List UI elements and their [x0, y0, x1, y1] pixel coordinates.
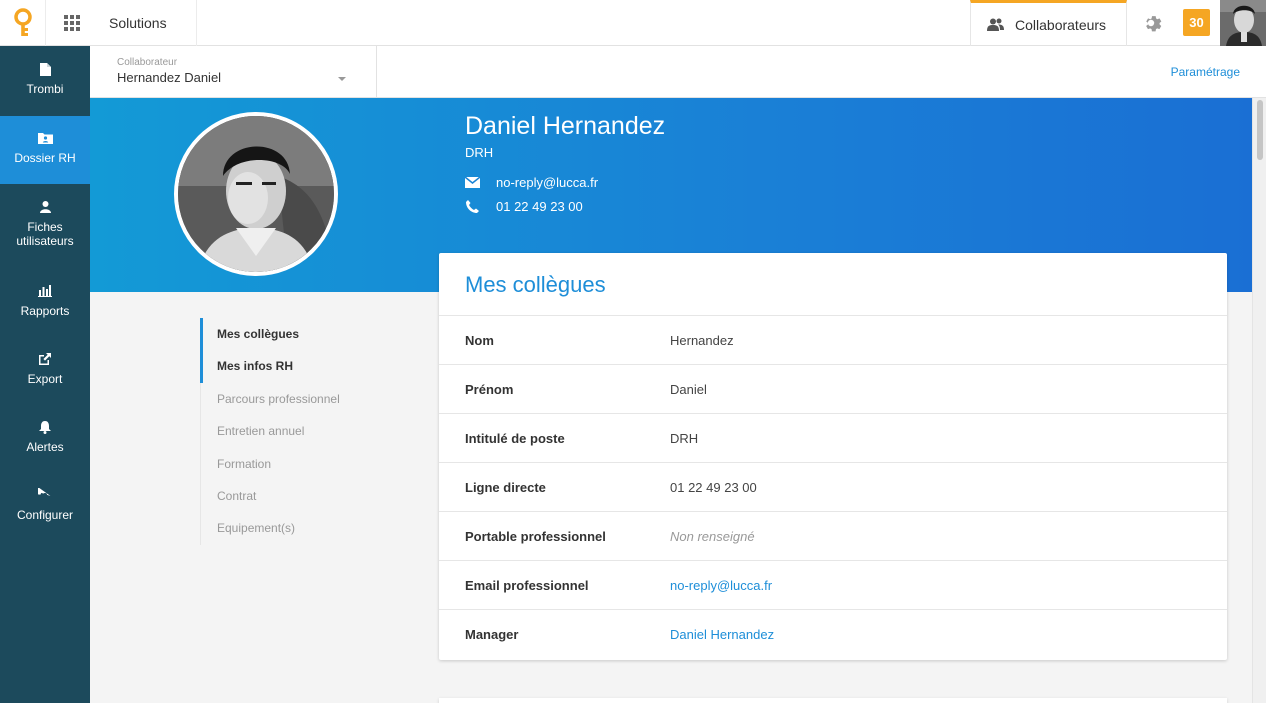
collaborateurs-label: Collaborateurs — [1015, 16, 1107, 33]
settings-gear-icon[interactable] — [1127, 0, 1175, 46]
table-row: Portable professionnel Non renseigné — [439, 512, 1227, 561]
section-nav-item-mes-collegues[interactable]: Mes collègues — [200, 318, 400, 351]
scrollbar-thumb[interactable] — [1257, 100, 1263, 160]
file-icon — [39, 60, 51, 78]
row-value: Non renseigné — [670, 529, 755, 544]
row-value: Hernandez — [670, 333, 734, 348]
table-row: Nom Hernandez — [439, 316, 1227, 365]
sidebar-item-label: Configurer — [16, 508, 74, 522]
bar-chart-icon — [38, 282, 52, 300]
sidebar-item-rapports[interactable]: Rapports — [0, 282, 90, 318]
collaborateurs-button[interactable]: Collaborateurs — [970, 0, 1127, 46]
sidebar-item-fiches-utilisateurs[interactable]: Fiches utilisateurs — [0, 198, 90, 248]
sidebar-item-label: Alertes — [26, 440, 64, 454]
phone-icon — [466, 200, 479, 213]
profile-name: Daniel Hernandez — [465, 112, 666, 140]
gear-icon — [38, 486, 52, 504]
sidebar-item-export[interactable]: Export — [0, 350, 90, 386]
sidebar-item-label: Fiches utilisateurs — [16, 220, 74, 248]
table-row: Intitulé de poste DRH — [439, 414, 1227, 463]
section-nav-item-formation[interactable]: Formation — [201, 448, 400, 480]
sidebar-item-label: Export — [27, 372, 63, 386]
sidebar-item-configurer[interactable]: Configurer — [0, 486, 90, 522]
row-key: Nom — [465, 333, 494, 348]
notification-badge[interactable]: 30 — [1183, 9, 1210, 36]
envelope-icon — [465, 177, 480, 188]
user-avatar[interactable] — [1220, 0, 1266, 46]
sidebar-item-dossier-rh[interactable]: Dossier RH — [0, 116, 90, 184]
email-link[interactable]: no-reply@lucca.fr — [670, 561, 772, 610]
card-title: Mes collègues — [439, 253, 1227, 316]
section-nav-item-entretien-annuel[interactable]: Entretien annuel — [201, 415, 400, 447]
sidebar-item-trombi[interactable]: Trombi — [0, 60, 90, 96]
top-bar: Solutions Collaborateurs 30 — [0, 0, 1266, 46]
users-icon — [987, 18, 1004, 31]
table-row: Ligne directe 01 22 49 23 00 — [439, 463, 1227, 512]
table-row: Email professionnel no-reply@lucca.fr — [439, 561, 1227, 610]
profile-job-title: DRH — [465, 145, 494, 160]
main-sidebar: Trombi Dossier RH Fiches utilisateurs Ra… — [0, 46, 90, 703]
section-nav: Mes collègues Mes infos RH Parcours prof… — [200, 318, 400, 545]
row-key: Manager — [465, 627, 519, 642]
row-key: Intitulé de poste — [465, 431, 565, 446]
section-nav-item-mes-infos-rh[interactable]: Mes infos RH — [200, 350, 400, 384]
collaborateur-select-label: Collaborateur — [117, 57, 178, 68]
profile-avatar — [174, 112, 338, 276]
sidebar-item-label: Trombi — [26, 82, 64, 96]
row-key: Email professionnel — [465, 578, 589, 593]
row-key: Portable professionnel — [465, 529, 606, 544]
apps-grid-icon[interactable] — [46, 0, 98, 46]
user-icon — [39, 198, 51, 216]
mes-collegues-card: Mes collègues Nom Hernandez Prénom Danie… — [439, 253, 1227, 660]
next-card — [439, 698, 1227, 703]
table-row: Prénom Daniel — [439, 365, 1227, 414]
sidebar-item-label: Rapports — [20, 304, 70, 318]
row-key: Ligne directe — [465, 480, 546, 495]
profile-email-line: no-reply@lucca.fr — [465, 175, 598, 190]
folder-user-icon — [37, 129, 53, 147]
chevron-down-icon — [338, 77, 346, 81]
external-link-icon — [38, 350, 52, 368]
sidebar-item-alertes[interactable]: Alertes — [0, 418, 90, 454]
lucca-logo[interactable] — [0, 0, 46, 46]
row-value: DRH — [670, 431, 699, 446]
profile-phone: 01 22 49 23 00 — [496, 199, 583, 214]
profile-email[interactable]: no-reply@lucca.fr — [496, 175, 598, 190]
manager-link[interactable]: Daniel Hernandez — [670, 610, 774, 659]
row-key: Prénom — [465, 382, 514, 397]
sidebar-item-label: Dossier RH — [14, 151, 76, 165]
collaborateur-select[interactable]: Collaborateur Hernandez Daniel — [90, 46, 377, 98]
section-nav-item-contrat[interactable]: Contrat — [201, 480, 400, 512]
section-nav-item-equipements[interactable]: Equipement(s) — [201, 512, 400, 544]
row-value: Daniel — [670, 382, 707, 397]
bell-icon — [39, 418, 51, 436]
sub-header: Collaborateur Hernandez Daniel Paramétra… — [90, 46, 1266, 98]
table-row: Manager Daniel Hernandez — [439, 610, 1227, 659]
section-nav-item-parcours-professionnel[interactable]: Parcours professionnel — [201, 383, 400, 415]
profile-phone-line: 01 22 49 23 00 — [465, 199, 583, 214]
row-value: 01 22 49 23 00 — [670, 480, 757, 495]
page-scrollbar[interactable] — [1252, 98, 1266, 703]
solutions-button[interactable]: Solutions — [98, 0, 197, 46]
parametrage-link[interactable]: Paramétrage — [1171, 65, 1240, 79]
